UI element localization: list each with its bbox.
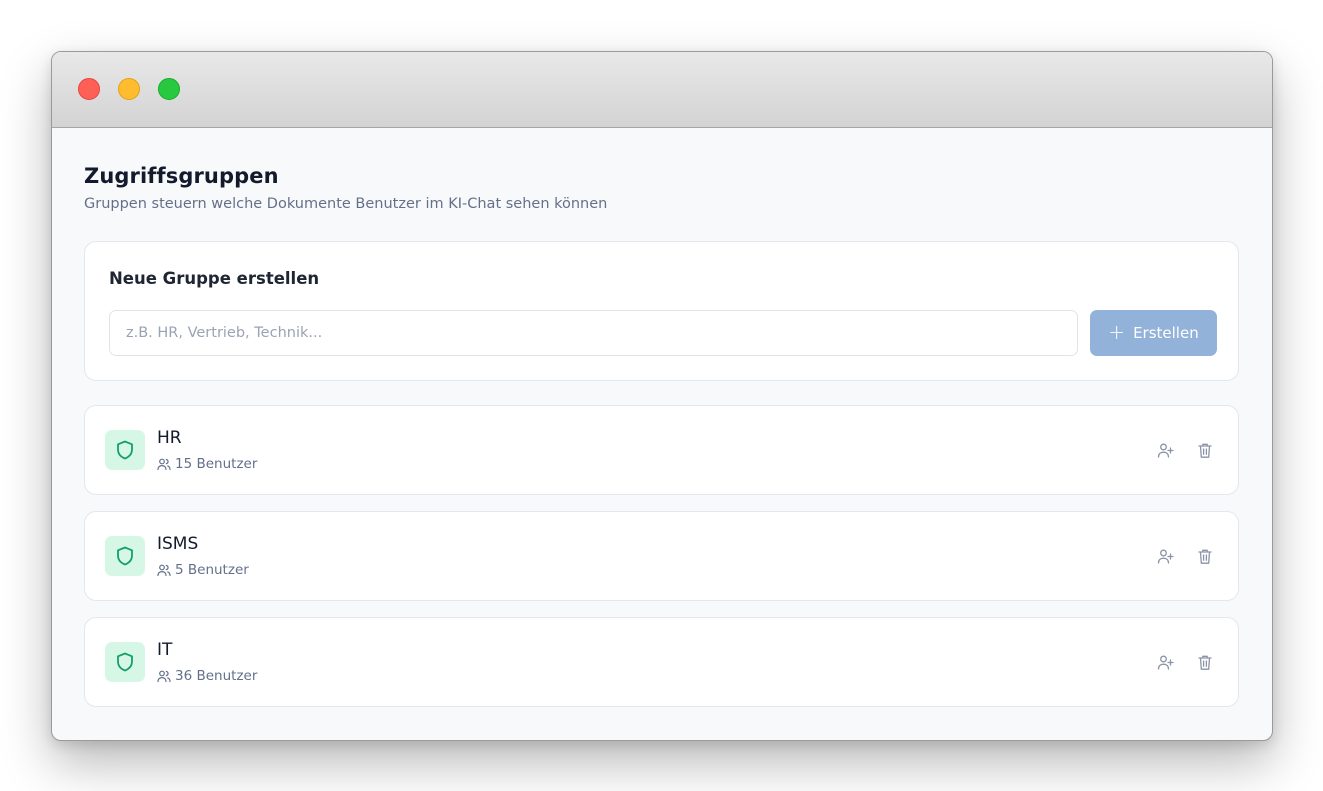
user-plus-icon xyxy=(1157,549,1174,564)
group-name: HR xyxy=(157,428,182,448)
minimize-window-button[interactable] xyxy=(118,78,140,100)
delete-group-button[interactable] xyxy=(1193,544,1217,568)
shield-icon xyxy=(105,430,145,470)
member-count-text: 5 Benutzer xyxy=(175,562,249,578)
member-count: 36 Benutzer xyxy=(157,668,257,684)
add-member-button[interactable] xyxy=(1153,438,1177,462)
user-plus-icon xyxy=(1157,655,1174,670)
group-card: HR 15 Benutzer xyxy=(84,405,1239,495)
users-icon xyxy=(157,458,171,471)
member-count-text: 15 Benutzer xyxy=(175,456,258,472)
zoom-window-button[interactable] xyxy=(158,78,180,100)
member-count: 5 Benutzer xyxy=(157,562,249,578)
user-plus-icon xyxy=(1157,443,1174,458)
trash-icon xyxy=(1198,549,1212,564)
add-member-button[interactable] xyxy=(1153,544,1177,568)
plus-icon: + xyxy=(1108,320,1126,344)
close-window-button[interactable] xyxy=(78,78,100,100)
group-card: ISMS 5 Benutzer xyxy=(84,511,1239,601)
group-name-input[interactable] xyxy=(109,310,1078,356)
app-window: Zugriffsgruppen Gruppen steuern welche D… xyxy=(51,51,1273,741)
users-icon xyxy=(157,564,171,577)
trash-icon xyxy=(1198,443,1212,458)
group-name: IT xyxy=(157,640,173,660)
create-group-card: Neue Gruppe erstellen + Erstellen xyxy=(84,241,1239,381)
shield-icon xyxy=(105,642,145,682)
trash-icon xyxy=(1198,655,1212,670)
delete-group-button[interactable] xyxy=(1193,438,1217,462)
member-count-text: 36 Benutzer xyxy=(175,668,258,684)
page-title: Zugriffsgruppen xyxy=(84,164,279,188)
group-name: ISMS xyxy=(157,534,199,554)
users-icon xyxy=(157,670,171,683)
create-group-title: Neue Gruppe erstellen xyxy=(109,269,320,288)
delete-group-button[interactable] xyxy=(1193,650,1217,674)
add-member-button[interactable] xyxy=(1153,650,1177,674)
member-count: 15 Benutzer xyxy=(157,456,257,472)
group-card: IT 36 Benutzer xyxy=(84,617,1239,707)
window-titlebar xyxy=(52,52,1272,128)
create-group-button[interactable]: + Erstellen xyxy=(1090,310,1217,356)
page-subtitle: Gruppen steuern welche Dokumente Benutze… xyxy=(84,196,608,212)
shield-icon xyxy=(105,536,145,576)
create-button-label: Erstellen xyxy=(1133,324,1199,342)
